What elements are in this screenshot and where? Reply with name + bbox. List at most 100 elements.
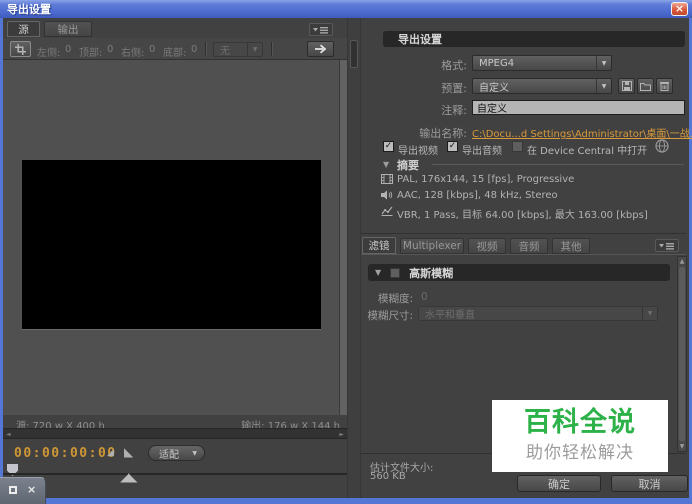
filter-panel-menu-button[interactable] <box>655 239 679 252</box>
filter-scrollbar[interactable]: ▲ ▼ <box>677 256 687 452</box>
tab-audio[interactable]: 音频 <box>510 238 548 254</box>
device-central-label: 在 Device Central 中打开 <box>527 142 647 157</box>
tab-other[interactable]: 其他 <box>552 238 590 254</box>
scroll-up-icon[interactable]: ▲ <box>678 258 686 265</box>
scroll-right-icon[interactable]: ► <box>339 431 344 438</box>
bitrate-icon <box>381 206 393 216</box>
window-title: 导出设置 <box>7 1 51 17</box>
fit-dropdown[interactable]: 适配 ▼ <box>148 445 205 461</box>
ok-button[interactable]: 确定 <box>517 475 601 492</box>
send-to-output-button[interactable] <box>307 41 334 57</box>
cancel-button-label: 取消 <box>639 476 661 492</box>
crop-top-label: 顶部: <box>79 44 102 59</box>
watermark-title: 百科全说 <box>524 409 636 437</box>
out-point-icon[interactable]: ◣ <box>124 445 133 459</box>
blur-collapse-icon[interactable]: ▼ <box>375 268 381 277</box>
import-preset-button[interactable] <box>637 78 654 94</box>
export-settings-header: 导出设置 <box>383 31 685 47</box>
blurriness-value[interactable]: 0 <box>421 291 428 303</box>
disk-icon <box>622 81 632 91</box>
export-video-label: 导出视频 <box>398 142 438 157</box>
export-audio-checkbox[interactable]: ✓ <box>447 141 458 152</box>
blur-dimension-value: 水平和垂直 <box>425 306 475 321</box>
video-frame <box>22 160 321 330</box>
chevron-down-icon: ▼ <box>192 450 197 457</box>
format-dropdown[interactable]: MPEG4 ▼ <box>472 55 612 71</box>
scroll-left-icon[interactable]: ◄ <box>6 431 11 438</box>
chevron-down-icon: ▼ <box>596 79 611 93</box>
summary-collapse-icon[interactable]: ▼ <box>383 160 389 169</box>
crop-ratio-value: 无 <box>220 42 230 57</box>
inout-markers-icon[interactable]: ◢◣ <box>120 470 136 484</box>
horizontal-scrollbar[interactable]: ◄ ► <box>3 428 347 439</box>
crop-left-label: 左侧: <box>37 44 60 59</box>
speaker-icon <box>381 190 393 200</box>
crop-bottom-label: 底部: <box>163 44 186 59</box>
preset-value: 自定义 <box>479 79 509 94</box>
crop-toolbar: 左侧: 0 顶部: 0 右侧: 0 底部: 0 无 ▼ <box>3 38 347 60</box>
export-audio-label: 导出音频 <box>462 142 502 157</box>
window-titlebar[interactable]: 导出设置 × <box>0 0 692 18</box>
blur-enable-checkbox[interactable] <box>390 268 400 278</box>
tabs-underline <box>361 254 686 255</box>
check-icon: ✓ <box>449 141 457 151</box>
export-settings-window: 导出设置 × 源 输出 左侧: 0 顶部: 0 右侧: 0 底部: <box>0 0 692 504</box>
export-video-checkbox[interactable]: ✓ <box>383 141 394 152</box>
fit-dropdown-value: 适配 <box>159 446 179 461</box>
stop-icon[interactable] <box>9 486 17 494</box>
film-icon <box>381 174 393 184</box>
tab-video-label: 视频 <box>477 239 498 254</box>
source-panel-menu-button[interactable] <box>309 23 333 36</box>
crop-bottom-value[interactable]: 0 <box>191 44 197 55</box>
close-button[interactable]: × <box>671 2 688 16</box>
summary-title: 摘要 <box>397 157 419 173</box>
arrow-right-icon <box>314 44 327 54</box>
summary-audio-text: AAC, 128 [kbps], 48 kHz, Stereo <box>397 190 558 201</box>
tab-source-label: 源 <box>18 22 29 37</box>
panel-divider[interactable] <box>347 18 361 498</box>
crop-icon <box>15 44 26 55</box>
crop-right-value[interactable]: 0 <box>149 44 155 55</box>
gaussian-blur-title: 高斯模糊 <box>409 265 453 281</box>
panel-menu-icon <box>313 26 329 34</box>
device-central-checkbox[interactable] <box>512 141 523 152</box>
blurriness-label: 模糊度: <box>361 291 413 306</box>
crop-right-label: 右侧: <box>121 44 144 59</box>
timecode-display[interactable]: 00:00:00:00 <box>14 446 117 461</box>
in-point-icon[interactable]: ◢ <box>107 448 114 458</box>
blur-dimension-label: 模糊尺寸: <box>361 308 413 323</box>
crop-button[interactable] <box>10 41 31 57</box>
output-name-link[interactable]: C:\Docu...d Settings\Administrator\桌面\一战… <box>472 125 692 140</box>
save-preset-button[interactable] <box>618 78 635 94</box>
estimated-size-value: 560 KB <box>370 471 406 482</box>
tab-output-label: 输出 <box>58 22 79 37</box>
close-icon[interactable]: × <box>27 483 36 496</box>
delete-preset-button[interactable] <box>656 78 673 94</box>
crop-ratio-dropdown[interactable]: 无 ▼ <box>213 42 263 57</box>
tab-other-label: 其他 <box>561 239 582 254</box>
tab-filters[interactable]: 滤镜 <box>362 237 396 254</box>
preview-scrollbar[interactable] <box>339 60 347 415</box>
format-value: MPEG4 <box>479 58 514 69</box>
scroll-down-icon[interactable]: ▼ <box>678 443 686 450</box>
divider-gripper[interactable] <box>350 40 358 68</box>
cancel-button[interactable]: 取消 <box>611 475 688 492</box>
export-settings-title: 导出设置 <box>398 31 442 47</box>
comment-input[interactable] <box>472 100 685 115</box>
chevron-down-icon: ▼ <box>247 43 262 56</box>
section-divider <box>361 233 686 234</box>
scrollbar-thumb[interactable] <box>679 267 685 441</box>
watermark-subtitle: 助你轻松解决 <box>526 438 634 463</box>
blur-dimension-dropdown[interactable]: 水平和垂直 ▼ <box>418 306 658 321</box>
tab-video[interactable]: 视频 <box>468 238 506 254</box>
tab-output[interactable]: 输出 <box>44 21 92 37</box>
check-icon: ✓ <box>385 141 393 151</box>
tab-source[interactable]: 源 <box>7 21 40 37</box>
preset-dropdown[interactable]: 自定义 ▼ <box>472 78 612 94</box>
summary-rule <box>432 164 684 165</box>
recorder-overlay: × <box>0 477 46 504</box>
timeline-track[interactable] <box>3 473 347 475</box>
crop-top-value[interactable]: 0 <box>107 44 113 55</box>
crop-left-value[interactable]: 0 <box>65 44 71 55</box>
tab-multiplexer[interactable]: Multiplexer <box>400 238 464 254</box>
